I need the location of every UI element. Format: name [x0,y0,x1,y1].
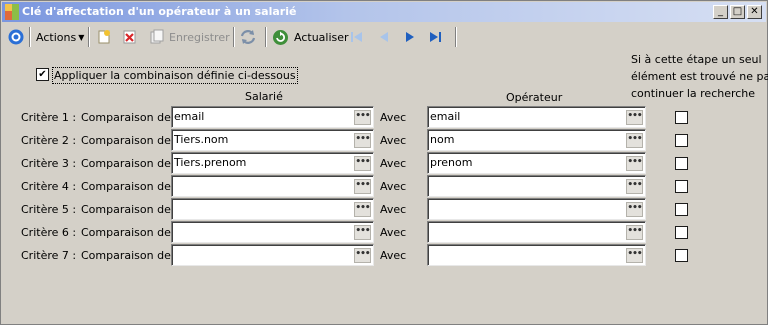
salarie-field[interactable]: ••• [171,198,374,220]
avec-label: Avec [380,111,407,124]
salarie-field-value: Tiers.prenom [174,156,247,169]
salarie-browse-button[interactable]: ••• [354,225,371,240]
refresh-icon [273,29,288,45]
save-button[interactable]: Enregistrer [149,27,230,47]
stop-search-checkbox[interactable] [675,180,688,193]
operateur-browse-button[interactable]: ••• [626,156,643,171]
minimize-button[interactable]: _ [713,5,728,19]
salarie-browse-button[interactable]: ••• [354,110,371,125]
target-icon[interactable] [7,27,25,47]
operateur-field-value: nom [430,133,455,146]
stop-search-checkbox[interactable] [675,157,688,170]
sync-icon[interactable] [239,27,257,47]
actions-label: Actions [36,30,77,44]
stop-search-checkbox[interactable] [675,111,688,124]
criterion-label: Critère 6 : [21,226,77,239]
refresh-button[interactable]: Actualiser [272,27,349,47]
comparison-label: Comparaison de : [81,111,179,124]
first-icon[interactable] [349,27,365,47]
operateur-field[interactable]: nom ••• [427,129,646,151]
operateur-browse-button[interactable]: ••• [626,248,643,263]
salarie-browse-button[interactable]: ••• [354,133,371,148]
stop-search-checkbox[interactable] [675,203,688,216]
criterion-label: Critère 5 : [21,203,77,216]
apply-combination-checkbox[interactable]: ✔ [36,68,49,81]
salarie-browse-button[interactable]: ••• [354,248,371,263]
avec-label: Avec [380,226,407,239]
comparison-label: Comparaison de : [81,249,179,262]
header-operateur: Opérateur [506,91,563,104]
header-note-line-1: Si à cette étape un seul [631,53,762,66]
avec-label: Avec [380,249,407,262]
window-title: Clé d'affectation d'un opérateur à un sa… [22,5,297,18]
actions-menu-button[interactable]: Actions ▼ [36,27,84,47]
last-icon[interactable] [427,27,443,47]
criterion-label: Critère 7 : [21,249,77,262]
operateur-field[interactable]: ••• [427,244,646,266]
operateur-browse-button[interactable]: ••• [626,202,643,217]
stop-search-checkbox[interactable] [675,226,688,239]
salarie-browse-button[interactable]: ••• [354,202,371,217]
header-note-line-3: continuer la recherche [631,87,756,100]
app-icon [5,4,19,20]
new-icon[interactable] [96,27,112,47]
delete-icon[interactable] [122,27,138,47]
stop-search-checkbox[interactable] [675,249,688,262]
previous-icon[interactable] [376,27,392,47]
stop-search-checkbox[interactable] [675,134,688,147]
refresh-label: Actualiser [294,30,349,44]
header-note-line-2: élément est trouvé ne pas [631,70,768,83]
save-label: Enregistrer [169,30,230,44]
operateur-field-value: prenom [430,156,473,169]
salarie-field[interactable]: ••• [171,175,374,197]
salarie-browse-button[interactable]: ••• [354,179,371,194]
comparison-label: Comparaison de : [81,203,179,216]
salarie-field[interactable]: Tiers.nom ••• [171,129,374,151]
operateur-field[interactable]: prenom ••• [427,152,646,174]
avec-label: Avec [380,157,407,170]
salarie-field-value: email [174,110,205,123]
criterion-label: Critère 4 : [21,180,77,193]
avec-label: Avec [380,203,407,216]
salarie-field[interactable]: Tiers.prenom ••• [171,152,374,174]
salarie-field-value: Tiers.nom [174,133,229,146]
title-bar[interactable]: Clé d'affectation d'un opérateur à un sa… [2,2,766,22]
criterion-label: Critère 3 : [21,157,77,170]
comparison-label: Comparaison de : [81,157,179,170]
operateur-browse-button[interactable]: ••• [626,225,643,240]
salarie-field[interactable]: ••• [171,244,374,266]
header-salarie: Salarié [245,90,283,103]
operateur-browse-button[interactable]: ••• [626,133,643,148]
operateur-field[interactable]: email ••• [427,106,646,128]
salarie-field[interactable]: email ••• [171,106,374,128]
operateur-field[interactable]: ••• [427,221,646,243]
comparison-label: Comparaison de : [81,180,179,193]
operateur-field[interactable]: ••• [427,198,646,220]
operateur-browse-button[interactable]: ••• [626,179,643,194]
salarie-browse-button[interactable]: ••• [354,156,371,171]
apply-combination-label[interactable]: Appliquer la combinaison définie ci-dess… [52,67,298,84]
next-icon[interactable] [402,27,418,47]
chevron-down-icon: ▼ [78,32,85,42]
close-button[interactable]: ✕ [747,5,762,19]
save-icon [150,29,164,44]
operateur-field-value: email [430,110,461,123]
main-window: Clé d'affectation d'un opérateur à un sa… [0,0,768,325]
comparison-label: Comparaison de : [81,134,179,147]
criterion-label: Critère 2 : [21,134,77,147]
avec-label: Avec [380,180,407,193]
avec-label: Avec [380,134,407,147]
salarie-field[interactable]: ••• [171,221,374,243]
maximize-button[interactable]: □ [730,5,745,19]
check-mark-icon: ✔ [38,69,47,80]
operateur-field[interactable]: ••• [427,175,646,197]
comparison-label: Comparaison de : [81,226,179,239]
criterion-label: Critère 1 : [21,111,77,124]
operateur-browse-button[interactable]: ••• [626,110,643,125]
toolbar: Actions ▼ Enregistrer Actualiser [2,23,766,51]
